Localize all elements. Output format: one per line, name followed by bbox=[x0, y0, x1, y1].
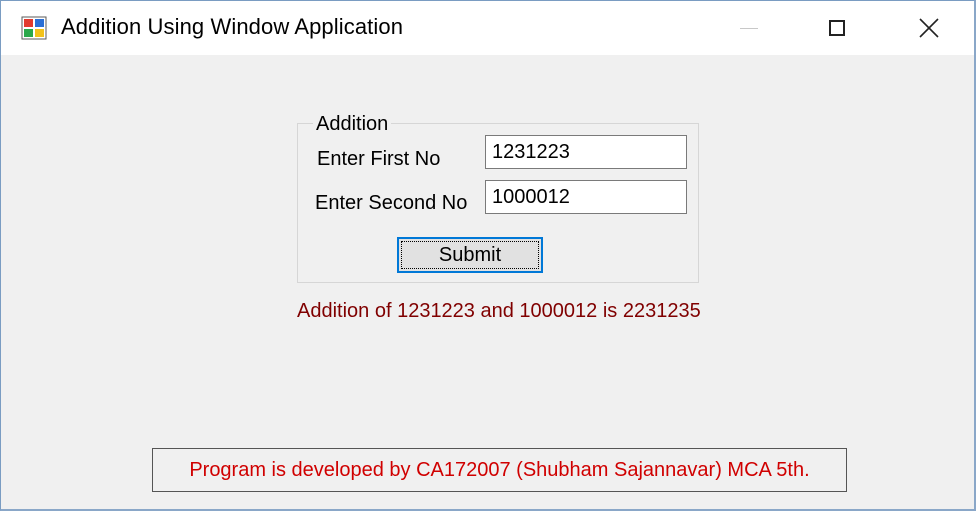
window-title: Addition Using Window Application bbox=[61, 14, 404, 39]
minimize-icon bbox=[740, 27, 758, 29]
second-number-input[interactable] bbox=[485, 180, 687, 214]
app-form-icon bbox=[21, 16, 47, 40]
minimize-button[interactable] bbox=[709, 1, 789, 55]
footer-box: Program is developed by CA172007 (Shubha… bbox=[152, 448, 847, 492]
result-label: Addition of 1231223 and 1000012 is 22312… bbox=[297, 300, 701, 322]
submit-button-label: Submit bbox=[401, 241, 539, 269]
first-number-label: Enter First No bbox=[317, 148, 441, 170]
maximize-icon bbox=[829, 20, 845, 36]
submit-button[interactable]: Submit bbox=[397, 237, 543, 273]
maximize-button[interactable] bbox=[797, 1, 877, 55]
title-bar[interactable]: Addition Using Window Application bbox=[1, 1, 974, 55]
close-icon bbox=[919, 18, 939, 38]
second-number-label: Enter Second No bbox=[315, 192, 468, 214]
close-button[interactable] bbox=[889, 1, 969, 55]
app-window: Addition Using Window Application Additi… bbox=[0, 0, 976, 511]
first-number-input[interactable] bbox=[485, 135, 687, 169]
groupbox-legend: Addition bbox=[313, 113, 392, 136]
footer-credit-label: Program is developed by CA172007 (Shubha… bbox=[189, 458, 810, 481]
